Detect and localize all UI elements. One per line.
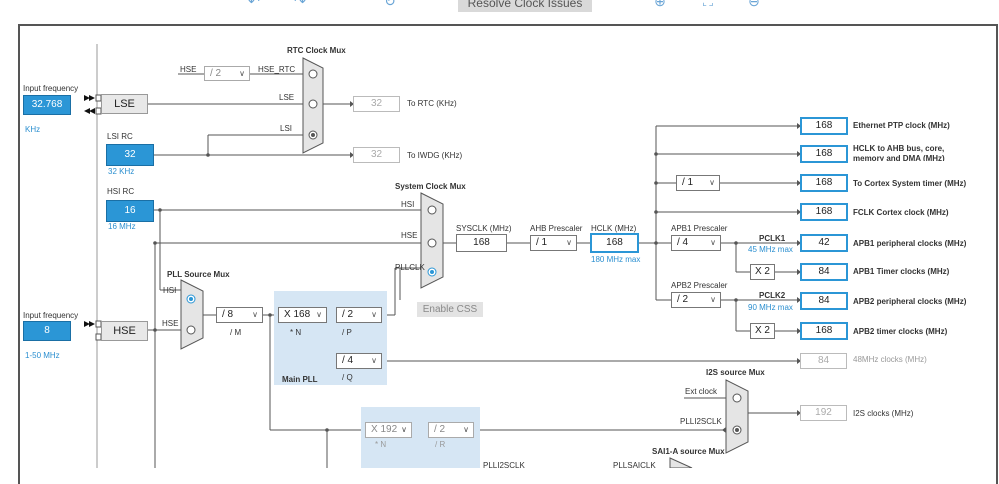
- fclk-cortex-label: FCLK Cortex clock (MHz): [853, 208, 949, 217]
- rtc-hse-divider[interactable]: / 2 ∨: [204, 66, 250, 81]
- lse-frequency-input[interactable]: 32.768: [23, 95, 71, 115]
- plli2s-r-divider[interactable]: / 2 ∨: [428, 422, 474, 438]
- lsi-frequency-value: 32: [106, 144, 154, 166]
- pclk2-max: 90 MHz max: [748, 303, 793, 312]
- pll-q-label: / Q: [342, 373, 353, 382]
- hclk-value[interactable]: 168: [590, 233, 639, 253]
- rtc-output-value: 32: [353, 96, 400, 112]
- apb2-peripheral-label: APB2 peripheral clocks (MHz): [853, 297, 967, 306]
- pclk2-label: PCLK2: [759, 291, 786, 300]
- hclk-ahb-value[interactable]: 168: [800, 145, 848, 163]
- pll-q-divider[interactable]: / 4 ∨: [336, 353, 382, 369]
- main-pll-region: [274, 291, 387, 385]
- iwdg-output-label: To IWDG (KHz): [407, 151, 463, 160]
- apb2-peripheral-value[interactable]: 84: [800, 292, 848, 310]
- sai-plli2s-label: PLLI2SCLK: [483, 461, 525, 470]
- pll-p-label: / P: [342, 328, 352, 337]
- pll-m-label: / M: [230, 328, 242, 337]
- ethernet-ptp-clock-label: Ethernet PTP clock (MHz): [853, 121, 950, 130]
- apb2-timer-multiplier: X 2: [750, 323, 775, 339]
- cortex-system-timer-label: To Cortex System timer (MHz): [853, 179, 967, 188]
- iwdg-output-value: 32: [353, 147, 400, 163]
- apb1-timer-label: APB1 Timer clocks (MHz): [853, 267, 950, 276]
- sysclk-value[interactable]: 168: [456, 234, 507, 252]
- pll-source-hse-label: HSE: [162, 319, 179, 328]
- sysclk-label: SYSCLK (MHz): [456, 224, 512, 233]
- lsi-label: LSI RC: [107, 132, 133, 141]
- apb1-timer-multiplier: X 2: [750, 264, 775, 280]
- hclk-ahb-label: HCLK to AHB bus, core, memory and DMA (M…: [853, 144, 945, 161]
- pll-p-divider[interactable]: / 2 ∨: [336, 307, 382, 323]
- ahb-prescaler-select[interactable]: / 1 ∨: [530, 235, 577, 251]
- pclk1-max: 45 MHz max: [748, 245, 793, 254]
- i2s-clock-value: 192: [800, 405, 847, 421]
- sysclk-mux-hse-label: HSE: [401, 231, 418, 240]
- apb2-timer-label: APB2 timer clocks (MHz): [853, 327, 948, 336]
- plli2s-r-label: / R: [435, 440, 446, 449]
- pll-n-multiplier[interactable]: X 168 ∨: [278, 307, 327, 323]
- usb48-clock-label: 48MHz clocks (MHz): [853, 355, 927, 364]
- usb48-clock-value: 84: [800, 353, 847, 369]
- hse-rtc-label: HSE_RTC: [258, 65, 296, 74]
- lse-oscillator[interactable]: LSE: [101, 94, 148, 114]
- sysclk-mux-hsi-label: HSI: [401, 200, 415, 209]
- apb1-prescaler-label: APB1 Prescaler: [671, 224, 728, 233]
- apb1-peripheral-value[interactable]: 42: [800, 234, 848, 252]
- pll-source-hsi-label: HSI: [163, 286, 177, 295]
- plli2s-n-label: * N: [375, 440, 387, 449]
- hsi-unit: 16 MHz: [108, 222, 136, 231]
- hsi-frequency-value: 16: [106, 200, 154, 222]
- apb2-timer-value[interactable]: 168: [800, 322, 848, 340]
- pclk1-label: PCLK1: [759, 234, 786, 243]
- cortex-system-timer-value[interactable]: 168: [800, 174, 848, 192]
- hse-frequency-input[interactable]: 8: [23, 321, 71, 341]
- i2s-clock-label: I2S clocks (MHz): [853, 409, 914, 418]
- apb1-timer-value[interactable]: 84: [800, 263, 848, 281]
- rtc-output-label: To RTC (KHz): [407, 99, 457, 108]
- pll-source-mux-label: PLL Source Mux: [167, 270, 230, 279]
- pll-n-label: * N: [290, 328, 302, 337]
- sai-pllsai-label: PLLSAICLK: [613, 461, 656, 470]
- sysclk-mux-label: System Clock Mux: [395, 182, 466, 191]
- rtc-lse-label: LSE: [279, 93, 295, 102]
- apb1-peripheral-label: APB1 peripheral clocks (MHz): [853, 239, 967, 248]
- lse-unit: KHz: [25, 125, 41, 134]
- apb2-prescaler-select[interactable]: / 2 ∨: [671, 292, 721, 308]
- hclk-max: 180 MHz max: [591, 255, 641, 264]
- rtc-mux-label: RTC Clock Mux: [287, 46, 346, 55]
- rtc-hse-label: HSE: [180, 65, 197, 74]
- ethernet-ptp-clock-value[interactable]: 168: [800, 117, 848, 135]
- i2s-plli2sclk-label: PLLI2SCLK: [680, 417, 722, 426]
- ahb-prescaler-label: AHB Prescaler: [530, 224, 583, 233]
- hse-input-label: Input frequency: [23, 311, 79, 320]
- hse-oscillator[interactable]: HSE: [101, 321, 148, 341]
- lse-input-label: Input frequency: [23, 84, 79, 93]
- ext-clock-label: Ext clock: [685, 387, 718, 396]
- main-pll-label: Main PLL: [282, 375, 318, 384]
- lsi-unit: 32 KHz: [108, 167, 135, 176]
- sai-mux-label: SAI1-A source Mux: [652, 447, 725, 456]
- apb1-prescaler-select[interactable]: / 4 ∨: [671, 235, 721, 251]
- rtc-lsi-label: LSI: [280, 124, 293, 133]
- hsi-label: HSI RC: [107, 187, 135, 196]
- apb2-prescaler-label: APB2 Prescaler: [671, 281, 728, 290]
- sysclk-mux-pllclk-label: PLLCLK: [395, 263, 425, 272]
- fclk-cortex-value[interactable]: 168: [800, 203, 848, 221]
- enable-css-button[interactable]: Enable CSS: [417, 302, 483, 317]
- cortex-timer-divider[interactable]: / 1 ∨: [676, 175, 720, 191]
- i2s-mux-label: I2S source Mux: [706, 368, 765, 377]
- hse-unit: 1-50 MHz: [25, 351, 60, 360]
- plli2s-n-multiplier[interactable]: X 192 ∨: [365, 422, 412, 438]
- pll-m-divider[interactable]: / 8 ∨: [216, 307, 263, 323]
- hclk-label: HCLK (MHz): [591, 224, 637, 233]
